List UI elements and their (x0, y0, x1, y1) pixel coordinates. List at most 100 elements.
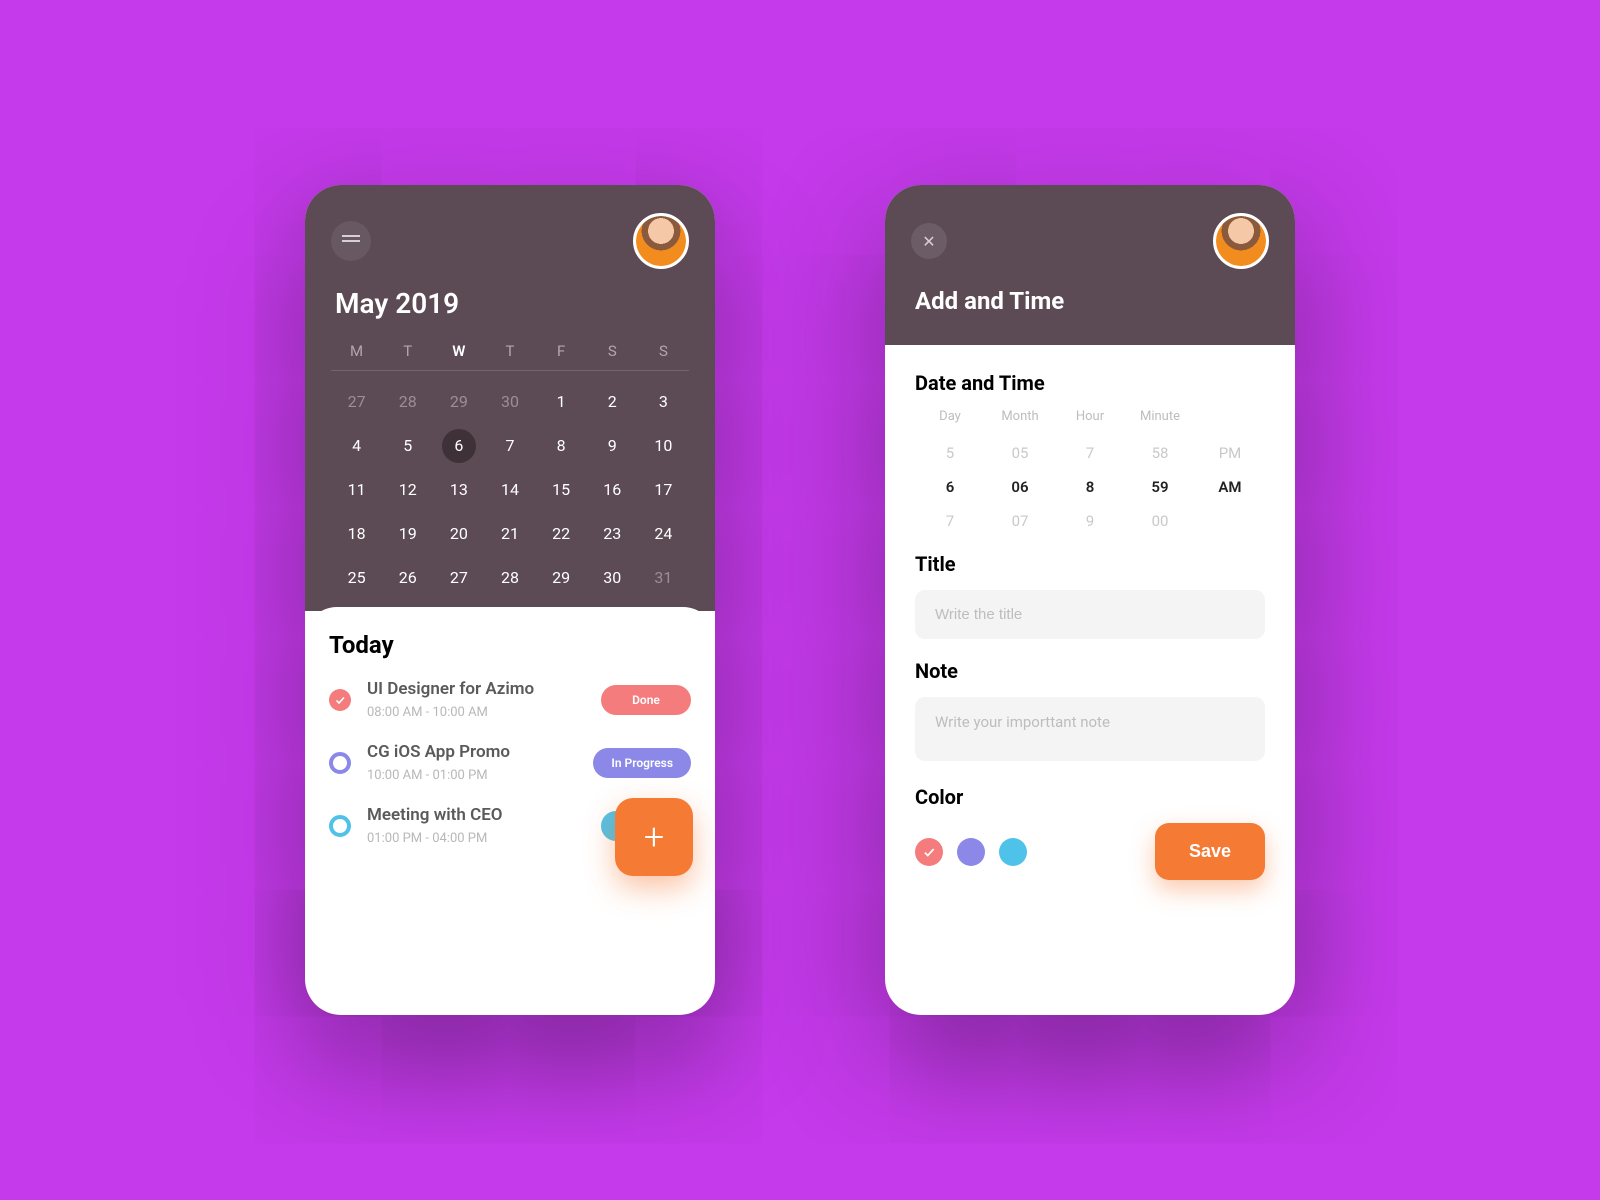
note-input[interactable] (915, 697, 1265, 761)
calendar-day[interactable]: 24 (638, 521, 689, 547)
picker-cell: 8 (1055, 478, 1125, 496)
picker-row[interactable]: 606859AM (915, 470, 1265, 504)
task-body: CG iOS App Promo 10:00 AM - 01:00 PM (367, 742, 577, 783)
today-heading: Today (329, 631, 691, 659)
picker-cell (1195, 512, 1265, 530)
task-row[interactable]: CG iOS App Promo 10:00 AM - 01:00 PM In Pr… (329, 742, 691, 783)
calendar-day[interactable]: 10 (638, 433, 689, 459)
calendar-day[interactable]: 11 (331, 477, 382, 503)
calendar-day[interactable]: 27 (433, 565, 484, 591)
color-swatch[interactable] (915, 838, 943, 866)
status-badge: In Progress (593, 748, 691, 778)
plus-icon: + (644, 819, 664, 855)
calendar-day[interactable]: 31 (638, 565, 689, 591)
calendar-day[interactable]: 28 (382, 389, 433, 415)
month-title: May 2019 (331, 287, 689, 320)
dow-cell: T (484, 342, 535, 360)
calendar-day[interactable]: 1 (536, 389, 587, 415)
calendar-day[interactable]: 30 (484, 389, 535, 415)
note-label: Note (915, 659, 1265, 683)
calendar-day[interactable]: 15 (536, 477, 587, 503)
color-row: Save (915, 823, 1265, 880)
save-button[interactable]: Save (1155, 823, 1265, 880)
close-button[interactable]: ✕ (911, 223, 947, 259)
title-input[interactable] (915, 590, 1265, 639)
day-of-week-row: MTWTFSS (331, 342, 689, 371)
calendar-day[interactable]: 13 (433, 477, 484, 503)
date-time-picker[interactable]: 505758PM606859AM707900 (915, 436, 1265, 538)
calendar-day[interactable]: 2 (587, 389, 638, 415)
ring-icon (329, 752, 351, 774)
task-title: CG iOS App Promo (367, 742, 577, 762)
header-top-row (331, 213, 689, 269)
task-row[interactable]: UI Designer for Azimo 08:00 AM - 10:00 AM… (329, 679, 691, 720)
picker-header: Month (985, 409, 1055, 424)
task-time: 10:00 AM - 01:00 PM (367, 768, 577, 783)
picker-row[interactable]: 707900 (915, 504, 1265, 538)
add-task-button[interactable]: + (615, 798, 693, 876)
calendar-day[interactable]: 18 (331, 521, 382, 547)
picker-cell: PM (1195, 444, 1265, 462)
calendar-day[interactable]: 23 (587, 521, 638, 547)
title-label: Title (915, 552, 1265, 576)
color-swatch[interactable] (999, 838, 1027, 866)
color-swatch[interactable] (957, 838, 985, 866)
calendar-day[interactable]: 25 (331, 565, 382, 591)
calendar-day[interactable]: 17 (638, 477, 689, 503)
picker-row[interactable]: 505758PM (915, 436, 1265, 470)
picker-cell: 06 (985, 478, 1055, 496)
calendar-day[interactable]: 5 (382, 433, 433, 459)
picker-cell: 05 (985, 444, 1055, 462)
picker-cell: 59 (1125, 478, 1195, 496)
calendar-day[interactable]: 12 (382, 477, 433, 503)
dow-cell: T (382, 342, 433, 360)
dow-cell: W (433, 342, 484, 360)
color-swatches (915, 838, 1027, 866)
picker-cell: 7 (915, 512, 985, 530)
picker-header: Minute (1125, 409, 1195, 424)
add-event-screen: ✕ Add and Time Date and Time DayMonthHou… (885, 185, 1295, 1015)
task-time: 01:00 PM - 04:00 PM (367, 831, 585, 846)
picker-header (1195, 409, 1265, 424)
calendar-day[interactable]: 22 (536, 521, 587, 547)
task-time: 08:00 AM - 10:00 AM (367, 705, 585, 720)
calendar-day[interactable]: 6 (433, 433, 484, 459)
calendar-day[interactable]: 26 (382, 565, 433, 591)
menu-button[interactable] (331, 221, 371, 261)
status-badge: Done (601, 685, 691, 715)
avatar[interactable] (633, 213, 689, 269)
calendar-day[interactable]: 9 (587, 433, 638, 459)
task-body: Meeting with CEO01:00 PM - 04:00 PM (367, 805, 585, 846)
calendar-day[interactable]: 20 (433, 521, 484, 547)
check-icon (329, 689, 351, 711)
picker-headers: DayMonthHourMinute (915, 409, 1265, 424)
calendar-day[interactable]: 21 (484, 521, 535, 547)
ring-icon (329, 815, 351, 837)
calendar-day[interactable]: 30 (587, 565, 638, 591)
dow-cell: S (587, 342, 638, 360)
calendar-day[interactable]: 8 (536, 433, 587, 459)
menu-icon (342, 240, 360, 242)
picker-cell: 9 (1055, 512, 1125, 530)
calendar-day[interactable]: 16 (587, 477, 638, 503)
calendar-day[interactable]: 29 (433, 389, 484, 415)
picker-cell: 7 (1055, 444, 1125, 462)
calendar-day[interactable]: 14 (484, 477, 535, 503)
picker-cell: 6 (915, 478, 985, 496)
calendar-day[interactable]: 4 (331, 433, 382, 459)
calendar-day[interactable]: 27 (331, 389, 382, 415)
calendar-day[interactable]: 3 (638, 389, 689, 415)
calendar-day[interactable]: 28 (484, 565, 535, 591)
calendar-day[interactable]: 7 (484, 433, 535, 459)
calendar-screen: May 2019 MTWTFSS 27282930123456789101112… (305, 185, 715, 1015)
date-time-label: Date and Time (915, 371, 1265, 395)
avatar-image (636, 216, 686, 266)
calendar-day[interactable]: 19 (382, 521, 433, 547)
task-body: UI Designer for Azimo 08:00 AM - 10:00 AM (367, 679, 585, 720)
task-title: UI Designer for Azimo (367, 679, 585, 699)
calendar-day[interactable]: 29 (536, 565, 587, 591)
avatar[interactable] (1213, 213, 1269, 269)
calendar-grid: 2728293012345678910111213141516171819202… (331, 371, 689, 591)
picker-cell: AM (1195, 478, 1265, 496)
dow-cell: F (536, 342, 587, 360)
